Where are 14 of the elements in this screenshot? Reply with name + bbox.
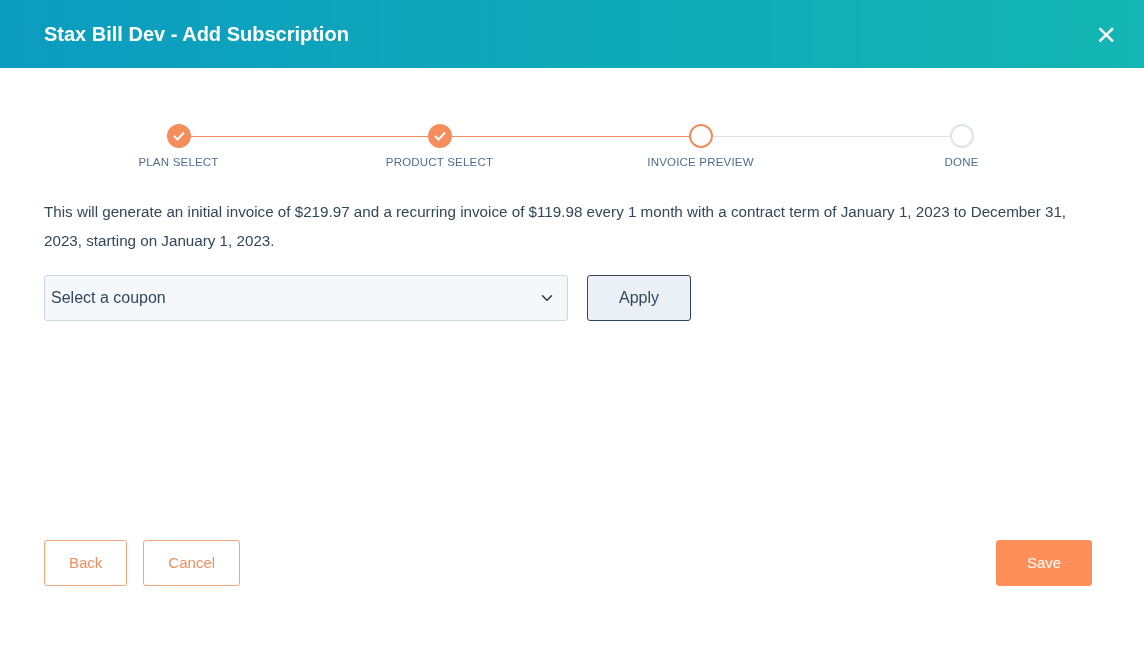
step-label: PRODUCT SELECT xyxy=(384,155,495,170)
step-label: INVOICE PREVIEW xyxy=(646,155,755,170)
back-button[interactable]: Back xyxy=(44,540,128,586)
check-icon xyxy=(172,131,185,141)
coupon-select[interactable]: Select a coupon xyxy=(44,275,568,322)
check-icon xyxy=(433,131,446,141)
close-button[interactable]: × xyxy=(1092,17,1120,51)
apply-button[interactable]: Apply xyxy=(587,275,691,322)
step-label: DONE xyxy=(943,155,980,170)
save-button[interactable]: Save xyxy=(996,540,1092,586)
summary-text: This will generate an initial invoice of $219.97 and a recurring invoice of $119.98 every 1 month with a contract term of January 1, 2023 to December 31, 2023, starting on January 1, 2023. xyxy=(44,202,1068,252)
step-label: PLAN SELECT xyxy=(137,155,220,170)
cancel-button[interactable]: Cancel xyxy=(143,540,241,586)
window-title: Stax Bill Dev - Add Subscription xyxy=(44,22,349,47)
